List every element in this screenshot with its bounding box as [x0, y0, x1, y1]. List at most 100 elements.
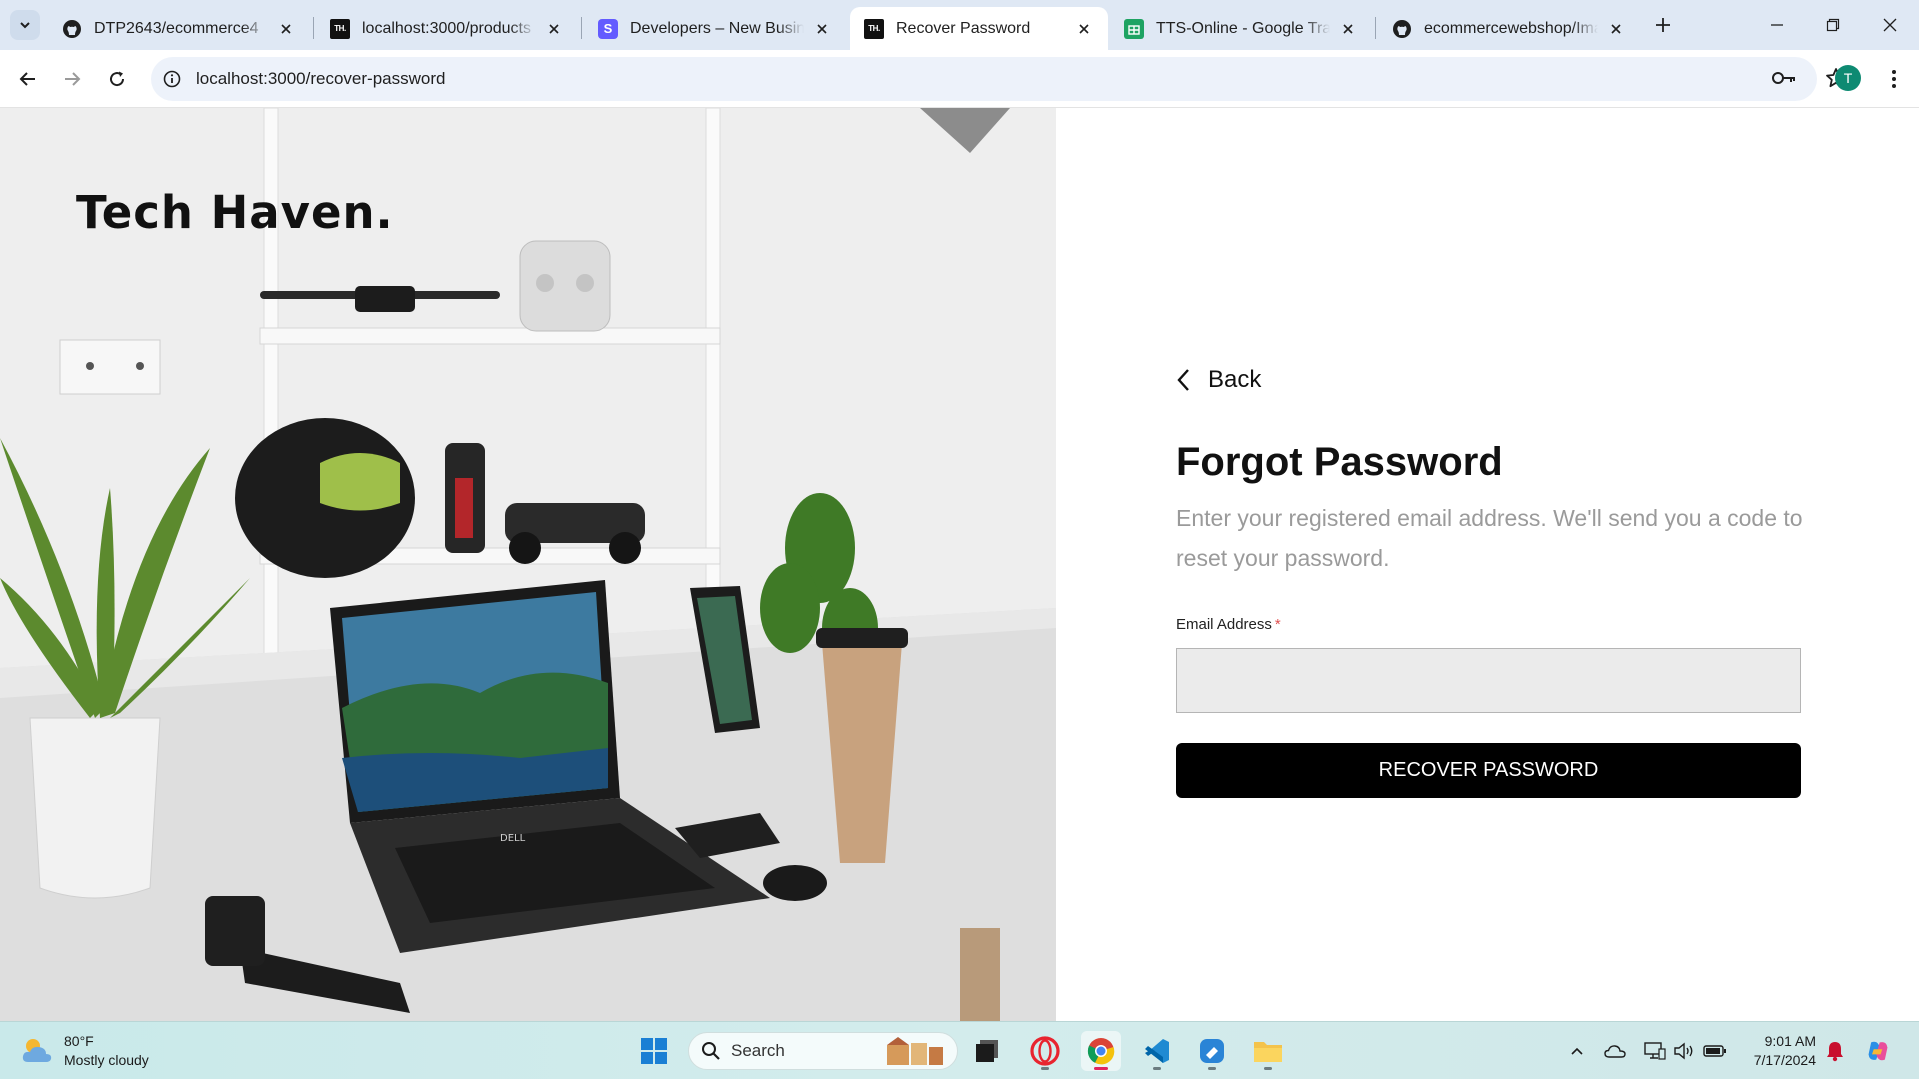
tab-separator [581, 17, 582, 39]
hero-image: DELL Tech Haven. [0, 108, 1056, 1021]
chrome-icon [1087, 1038, 1115, 1065]
tab-products[interactable]: TH. localhost:3000/products [316, 7, 578, 50]
weather-desc: Mostly cloudy [64, 1052, 149, 1068]
tab-title: Recover Password [896, 19, 1031, 37]
close-icon[interactable] [812, 19, 832, 39]
weather-temp: 80°F [64, 1033, 94, 1049]
tray-copilot[interactable] [1866, 1039, 1890, 1063]
required-marker: * [1274, 616, 1281, 633]
search-icon [702, 1042, 720, 1060]
close-icon[interactable] [1074, 19, 1094, 39]
tray-network[interactable] [1643, 1039, 1667, 1063]
plus-icon [1656, 18, 1670, 32]
partly-cloudy-icon [22, 1039, 52, 1062]
page-description: Enter your registered email address. We'… [1176, 505, 1803, 571]
laptop-logo: DELL [500, 833, 526, 844]
browser-toolbar: localhost:3000/recover-password T [0, 50, 1919, 108]
tab-stripe-developers[interactable]: S Developers – New Business [584, 7, 846, 50]
taskbar-search[interactable]: Search [688, 1032, 958, 1070]
tray-onedrive[interactable] [1603, 1039, 1627, 1063]
address-bar[interactable]: localhost:3000/recover-password [151, 57, 1846, 101]
tab-recover-password[interactable]: TH. Recover Password [850, 7, 1108, 50]
file-manager-icon [976, 1040, 998, 1062]
techhaven-icon: TH. [330, 18, 350, 39]
tab-separator [313, 17, 314, 39]
tab-title: Developers – New Business [630, 19, 804, 37]
taskbar-app-file-manager[interactable] [967, 1031, 1007, 1071]
stripe-icon: S [598, 18, 618, 39]
tray-volume[interactable] [1672, 1039, 1696, 1063]
more-vert-icon [1892, 70, 1896, 88]
tab-title: TTS-Online - Google Trang [1156, 19, 1330, 37]
url-text[interactable]: localhost:3000/recover-password [196, 69, 445, 89]
minimize-button[interactable] [1764, 12, 1790, 38]
taskbar-app-feedback[interactable] [1192, 1031, 1232, 1071]
vscode-icon [1145, 1039, 1169, 1063]
new-tab-button[interactable] [1650, 12, 1676, 38]
restore-button[interactable] [1820, 12, 1846, 38]
close-window-button[interactable] [1877, 12, 1903, 38]
taskbar-app-opera[interactable] [1025, 1031, 1065, 1071]
brand-logo: Tech Haven. [76, 186, 394, 239]
reload-icon [110, 71, 125, 87]
clock-date: 7/17/2024 [1753, 1052, 1816, 1068]
profile-avatar[interactable]: T [1835, 65, 1861, 91]
restore-icon [1826, 18, 1840, 32]
opera-icon [1030, 1036, 1060, 1066]
back-label: Back [1208, 366, 1262, 393]
windows-start-button[interactable] [634, 1031, 674, 1071]
taskbar-app-file-explorer[interactable] [1248, 1031, 1288, 1071]
back-link[interactable]: Back [1176, 366, 1261, 394]
close-icon[interactable] [276, 19, 296, 39]
back-nav-button[interactable] [14, 65, 42, 93]
file-explorer-icon [1254, 1042, 1282, 1062]
desk-scene-illustration: DELL [0, 108, 1056, 1021]
browser-menu-button[interactable] [1884, 65, 1904, 93]
tab-google-sheets[interactable]: TTS-Online - Google Trang [1110, 7, 1372, 50]
volume-icon [1674, 1042, 1693, 1060]
techhaven-icon: TH. [864, 18, 884, 39]
close-icon[interactable] [544, 19, 564, 39]
network-icon [1644, 1042, 1666, 1060]
close-icon[interactable] [1338, 19, 1358, 39]
tab-title: DTP2643/ecommerce4 [94, 19, 259, 37]
password-key-icon[interactable] [1771, 68, 1797, 93]
reload-button[interactable] [103, 65, 131, 93]
close-icon [1883, 18, 1897, 32]
copilot-icon [1868, 1041, 1888, 1061]
tab-separator [1375, 17, 1376, 39]
taskbar: 80°F Mostly cloudy Search 9:01 AM 7/17/2… [0, 1021, 1919, 1079]
clock-time: 9:01 AM [1764, 1033, 1816, 1049]
taskbar-app-chrome[interactable] [1081, 1031, 1121, 1071]
weather-widget[interactable]: 80°F Mostly cloudy [20, 1032, 149, 1070]
page-title: Forgot Password [1176, 440, 1503, 484]
tray-notifications[interactable] [1823, 1039, 1847, 1063]
tab-title: ecommercewebshop/Imag [1424, 19, 1598, 37]
chevron-up-icon [1571, 1047, 1583, 1055]
chevron-left-icon [1176, 367, 1198, 393]
github-icon [62, 19, 82, 39]
site-info-icon[interactable] [160, 67, 184, 91]
arrow-right-icon [65, 72, 81, 86]
sheets-icon [1124, 18, 1144, 39]
taskbar-clock[interactable]: 9:01 AM 7/17/2024 [1740, 1032, 1816, 1070]
feedback-app-icon [1200, 1039, 1224, 1063]
onedrive-icon [1604, 1045, 1626, 1058]
tray-overflow-button[interactable] [1565, 1039, 1589, 1063]
email-input[interactable] [1176, 648, 1801, 713]
notification-bell-icon [1827, 1042, 1843, 1062]
taskbar-app-vscode[interactable] [1137, 1031, 1177, 1071]
arrow-left-icon [19, 72, 35, 86]
close-icon[interactable] [1606, 19, 1626, 39]
search-label: Search [731, 1041, 785, 1060]
email-label-text: Email Address [1176, 616, 1272, 633]
recover-password-button[interactable]: RECOVER PASSWORD [1176, 743, 1801, 798]
tray-battery[interactable] [1703, 1039, 1727, 1063]
windows-start-icon [641, 1038, 667, 1064]
forward-nav-button[interactable] [58, 65, 86, 93]
github-icon [1392, 19, 1412, 39]
battery-icon [1703, 1045, 1726, 1057]
tab-search-button[interactable] [10, 10, 40, 40]
tab-github-webshop[interactable]: ecommercewebshop/Imag [1378, 7, 1640, 50]
tab-github-ecommerce4[interactable]: DTP2643/ecommerce4 [48, 7, 310, 50]
